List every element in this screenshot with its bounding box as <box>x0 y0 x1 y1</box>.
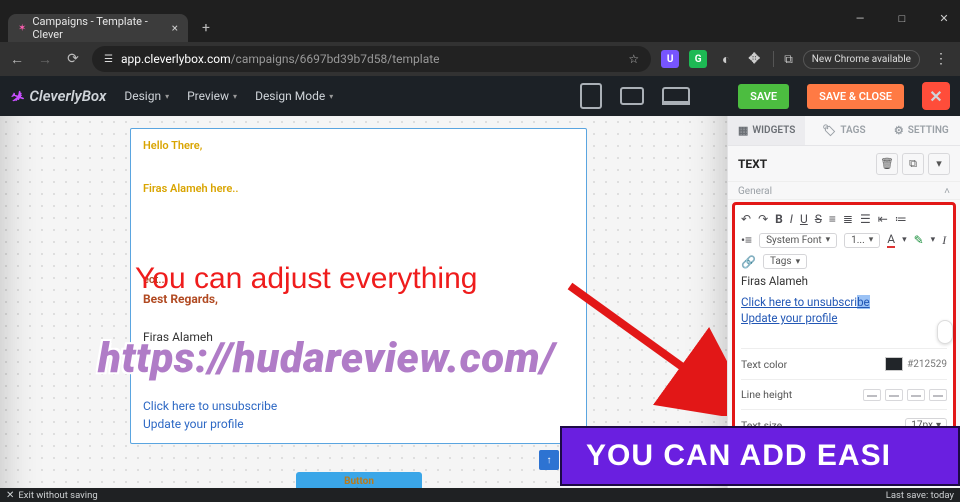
chevron-down-icon: ▾ <box>233 92 237 101</box>
editor-scroll-handle[interactable] <box>937 320 953 344</box>
device-tablet-icon[interactable] <box>620 87 644 105</box>
device-mobile-icon[interactable] <box>580 83 602 109</box>
chevron-up-icon[interactable]: ˄ <box>944 186 950 197</box>
close-editor-button[interactable]: ✕ <box>922 82 950 110</box>
tab-favicon-icon: ✶ <box>18 23 26 34</box>
tags-dropdown[interactable]: Tags▾ <box>763 254 807 269</box>
editor-unsubscribe-link[interactable]: Click here to unsubscribe <box>741 294 947 310</box>
link-icon[interactable]: 🔗 <box>741 255 756 269</box>
line-height-label: Line height <box>741 388 792 401</box>
outdent-icon[interactable]: ⇤ <box>878 212 888 226</box>
strike-icon[interactable]: S <box>815 212 822 226</box>
highlight-icon[interactable]: ✎ <box>914 233 924 247</box>
extension-icon[interactable]: U <box>661 50 679 68</box>
email-text-block[interactable]: Hello There, Firas Alameh here.. ect.. B… <box>130 128 587 444</box>
share-icon[interactable]: ⧉ <box>784 52 793 67</box>
block-move-up-icon[interactable]: ↑ <box>539 450 559 470</box>
list-icon[interactable]: ≔ <box>895 212 907 226</box>
general-label: General <box>738 186 772 197</box>
clear-format-icon[interactable]: I <box>942 233 946 248</box>
align-center-icon[interactable]: ≣ <box>843 212 853 226</box>
last-save-label: Last save: today <box>886 490 954 501</box>
gear-icon: ⚙ <box>894 124 904 137</box>
text-color-label: Text color <box>741 358 787 371</box>
align-right-icon[interactable]: ☰ <box>860 212 871 226</box>
save-button[interactable]: SAVE <box>738 84 789 109</box>
chrome-update-pill[interactable]: New Chrome available <box>803 50 920 69</box>
canvas-from: Firas Alameh here.. <box>143 182 574 195</box>
italic-icon[interactable]: I <box>790 212 793 226</box>
panel-tab-setting[interactable]: ⚙SETTING <box>883 116 960 145</box>
text-color-hex: #212529 <box>907 359 947 370</box>
device-desktop-icon[interactable] <box>662 87 690 105</box>
menu-design[interactable]: Design▾ <box>124 89 169 103</box>
app-logo[interactable]: ✈ CleverlyBox <box>10 87 106 106</box>
address-bar[interactable]: ☰ app.cleverlybox.com/campaigns/6697bd39… <box>92 46 651 72</box>
chevron-down-icon: ▾ <box>329 92 333 101</box>
redo-icon[interactable]: ↷ <box>758 212 768 226</box>
tags-icon: 🏷 <box>822 124 836 137</box>
bookmark-icon[interactable]: ☆ <box>628 52 639 66</box>
font-size-select[interactable]: 1...▾ <box>844 233 880 248</box>
window-close-icon[interactable]: ✕ <box>932 12 956 25</box>
logo-icon: ✈ <box>7 85 26 107</box>
browser-tab-title: Campaigns - Template - Clever <box>32 15 165 41</box>
collapse-panel-button[interactable]: ▾ <box>928 153 950 175</box>
align-left-icon[interactable]: ≡ <box>829 212 836 226</box>
line-height-option[interactable] <box>907 389 925 401</box>
canvas-subject: ect.. <box>143 273 574 286</box>
window-minimize-icon[interactable]: — <box>848 12 872 25</box>
panel-tab-widgets[interactable]: ▦WIDGETS <box>728 116 805 145</box>
tab-close-icon[interactable]: × <box>172 21 178 35</box>
chevron-down-icon: ▾ <box>165 92 169 101</box>
exit-icon[interactable]: ✕ <box>6 490 14 501</box>
menu-design-mode[interactable]: Design Mode▾ <box>255 89 333 103</box>
canvas-button-widget[interactable]: Button Description for this button <box>296 472 422 488</box>
section-title: TEXT <box>738 157 767 171</box>
nav-forward-icon[interactable]: → <box>36 51 54 68</box>
save-close-button[interactable]: SAVE & CLOSE <box>807 84 904 109</box>
browser-tab[interactable]: ✶ Campaigns - Template - Clever × <box>8 14 188 42</box>
editor-update-profile-link[interactable]: Update your profile <box>741 310 947 326</box>
delete-widget-button[interactable]: 🗑 <box>876 153 898 175</box>
url-domain: app.cleverlybox.com <box>121 52 231 66</box>
canvas-button-title: Button <box>296 476 422 487</box>
rich-text-editor[interactable]: ↶ ↷ B I U S ≡ ≣ ☰ ⇤ ≔ •≡ System Font▾ 1.… <box>732 202 956 444</box>
menu-preview[interactable]: Preview▾ <box>187 89 237 103</box>
url-path: /campaigns/6697bd39b7d58/template <box>231 52 440 66</box>
canvas-sender-name: Firas Alameh <box>143 330 574 344</box>
canvas-unsubscribe-link[interactable]: Click here to unsubscribe <box>143 399 277 413</box>
text-color-swatch[interactable] <box>885 357 903 371</box>
annotation-banner: YOU CAN ADD EASI <box>560 426 960 486</box>
extensions-menu-icon[interactable]: ✥ <box>745 50 763 68</box>
canvas-hello: Hello There, <box>143 139 574 152</box>
font-family-select[interactable]: System Font▾ <box>759 233 837 248</box>
bold-icon[interactable]: B <box>775 212 783 226</box>
nav-back-icon[interactable]: ← <box>8 51 26 68</box>
widgets-icon: ▦ <box>738 124 748 137</box>
chrome-menu-icon[interactable]: ⋮ <box>930 51 952 67</box>
text-color-icon[interactable]: A <box>887 232 895 248</box>
exit-without-saving-button[interactable]: Exit without saving <box>18 490 97 501</box>
new-tab-button[interactable]: + <box>194 16 218 40</box>
brand-name: CleverlyBox <box>29 87 106 105</box>
bullet-list-icon[interactable]: •≡ <box>741 233 752 247</box>
site-info-icon[interactable]: ☰ <box>104 54 113 65</box>
extension-icon[interactable]: G <box>689 50 707 68</box>
canvas-update-profile-link[interactable]: Update your profile <box>143 417 244 431</box>
extension-icon[interactable]: ◐ <box>717 50 735 68</box>
duplicate-widget-button[interactable]: ⧉ <box>902 153 924 175</box>
line-height-option[interactable] <box>885 389 903 401</box>
underline-icon[interactable]: U <box>800 212 808 226</box>
canvas-regards: Best Regards, <box>143 292 574 306</box>
line-height-option[interactable] <box>929 389 947 401</box>
editor-name-line[interactable]: Firas Alameh <box>741 272 947 294</box>
line-height-option[interactable] <box>863 389 881 401</box>
undo-icon[interactable]: ↶ <box>741 212 751 226</box>
window-maximize-icon[interactable]: □ <box>890 12 914 25</box>
nav-reload-icon[interactable]: ⟳ <box>64 51 82 67</box>
panel-tab-tags[interactable]: 🏷TAGS <box>805 116 882 145</box>
